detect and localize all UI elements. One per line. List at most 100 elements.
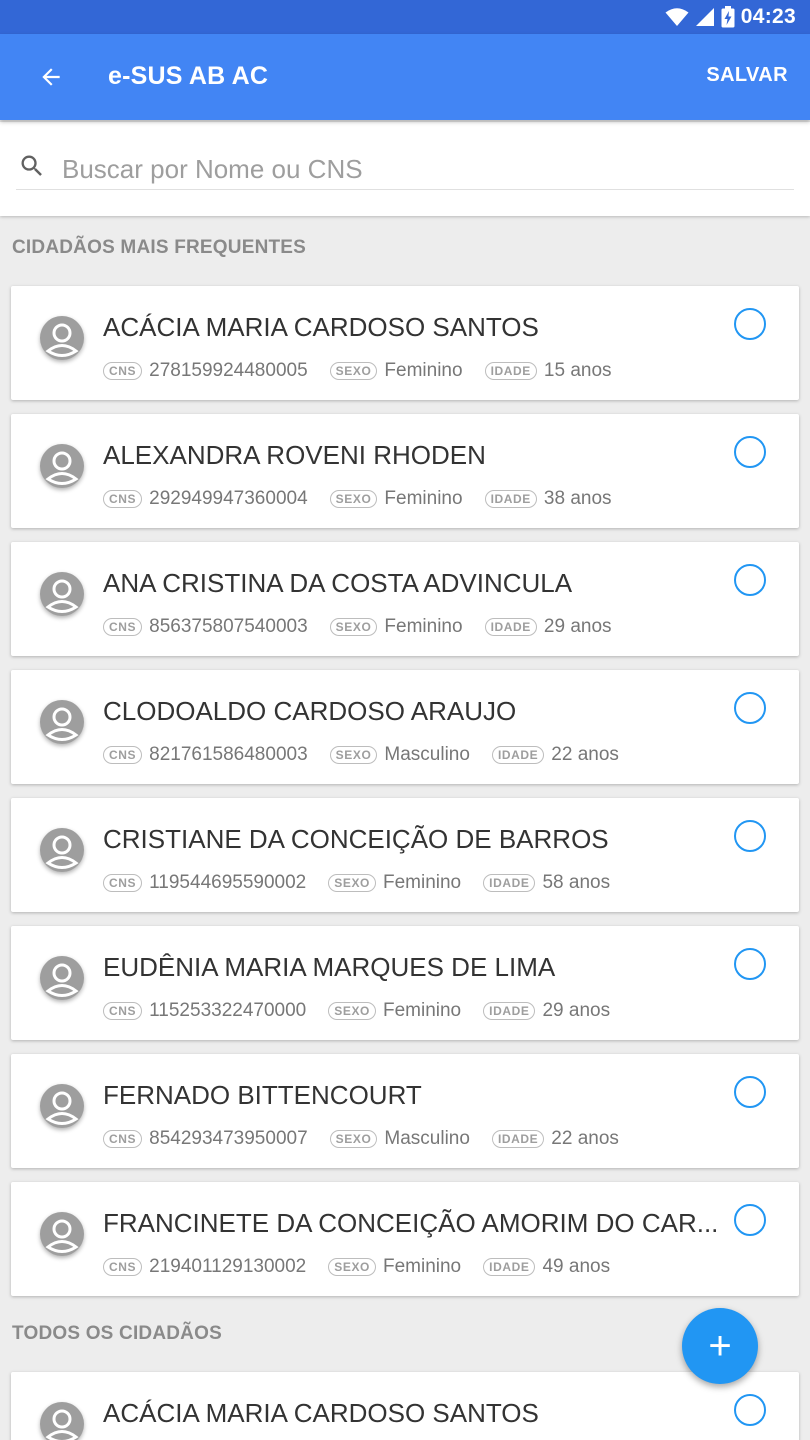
avatar-icon xyxy=(40,444,84,488)
citizen-card[interactable]: FERNADO BITTENCOURT CNS 854293473950007 SEX… xyxy=(11,1054,799,1168)
status-bar: 04:23 xyxy=(0,0,810,34)
citizen-cns: 278159924480005 xyxy=(149,360,308,381)
citizen-card[interactable]: ACÁCIA MARIA CARDOSO SANTOS xyxy=(11,1372,799,1440)
sexo-tag: SEXO xyxy=(328,874,376,892)
citizen-sexo: Feminino xyxy=(382,1000,462,1021)
search-underline xyxy=(16,189,794,190)
citizen-cns: 854293473950007 xyxy=(149,1128,308,1149)
cns-tag: CNS xyxy=(103,1130,143,1148)
citizen-name: CLODOALDO CARDOSO ARAUJO xyxy=(103,696,517,726)
back-button[interactable] xyxy=(28,55,74,99)
citizen-idade: 22 anos xyxy=(551,1128,619,1149)
sexo-tag: SEXO xyxy=(328,1002,376,1020)
sexo-tag: SEXO xyxy=(329,362,378,380)
citizen-name: CRISTIANE DA CONCEIÇÃO DE BARROS xyxy=(103,824,609,854)
select-radio[interactable] xyxy=(734,692,766,724)
avatar-icon xyxy=(40,572,84,616)
cns-tag: CNS xyxy=(103,1002,143,1020)
avatar-icon xyxy=(40,1084,84,1128)
select-radio[interactable] xyxy=(734,948,766,980)
citizen-cns: 292949947360004 xyxy=(149,488,308,509)
select-radio[interactable] xyxy=(734,1394,766,1426)
citizen-meta: CNS 856375807540003 SEXO Feminino IDADE 29 an… xyxy=(103,615,612,639)
citizen-idade: 29 anos xyxy=(542,1000,611,1021)
search-input[interactable] xyxy=(62,150,792,188)
idade-tag: IDADE xyxy=(484,362,537,380)
status-time: 04:23 xyxy=(740,5,796,28)
citizen-idade: 15 anos xyxy=(543,360,612,381)
idade-tag: IDADE xyxy=(491,746,545,764)
citizen-sexo: Masculino xyxy=(384,1128,470,1149)
citizen-name: EUDÊNIA MARIA MARQUES DE LIMA xyxy=(103,952,556,982)
search-icon xyxy=(21,155,42,176)
citizen-card[interactable]: EUDÊNIA MARIA MARQUES DE LIMA CNS 11525332… xyxy=(11,926,799,1040)
status-icons: 04:23 xyxy=(665,5,796,29)
citizen-name: ALEXANDRA ROVENI RHODEN xyxy=(103,440,486,470)
sexo-tag: SEXO xyxy=(329,618,378,636)
cns-tag: CNS xyxy=(103,746,143,764)
select-radio[interactable] xyxy=(734,308,766,340)
citizen-cns: 219401129130002 xyxy=(149,1256,307,1277)
citizen-cns: 119544695590002 xyxy=(149,872,307,893)
sexo-tag: SEXO xyxy=(329,490,378,508)
select-radio[interactable] xyxy=(734,1076,766,1108)
citizen-card[interactable]: ANA CRISTINA DA COSTA ADVINCULA CNS 856375… xyxy=(11,542,799,656)
cns-tag: CNS xyxy=(103,490,143,508)
select-radio[interactable] xyxy=(734,820,766,852)
idade-tag: IDADE xyxy=(484,490,537,508)
avatar-icon xyxy=(40,700,84,744)
citizen-card[interactable]: CRISTIANE DA CONCEIÇÃO DE BARROS CNS 11954… xyxy=(11,798,799,912)
citizen-cns: 856375807540003 xyxy=(149,616,308,637)
app-bar: e-SUS AB AC SALVAR xyxy=(0,34,810,120)
arrow-back-icon xyxy=(42,68,60,86)
avatar-icon xyxy=(40,956,84,1000)
search-card xyxy=(0,122,810,216)
avatar-icon xyxy=(40,1212,84,1256)
cns-tag: CNS xyxy=(103,874,143,892)
citizen-idade: 49 anos xyxy=(542,1256,611,1277)
sexo-tag: SEXO xyxy=(328,1258,376,1276)
battery-charging-icon xyxy=(721,6,735,28)
select-radio[interactable] xyxy=(734,1204,766,1236)
citizen-idade: 29 anos xyxy=(543,616,612,637)
sexo-tag: SEXO xyxy=(329,1130,378,1148)
citizen-sexo: Feminino xyxy=(384,616,463,637)
citizen-meta: CNS 854293473950007 SEXO Masculino IDADE 22 a… xyxy=(103,1127,619,1151)
citizen-sexo: Feminino xyxy=(382,872,462,893)
citizen-sexo: Masculino xyxy=(384,744,470,765)
sexo-tag: SEXO xyxy=(329,746,378,764)
citizen-idade: 22 anos xyxy=(551,744,619,765)
avatar-icon xyxy=(40,316,84,360)
idade-tag: IDADE xyxy=(484,618,537,636)
citizen-cns: 115253322470000 xyxy=(149,1000,307,1021)
idade-tag: IDADE xyxy=(491,1130,545,1148)
citizen-card[interactable]: ACÁCIA MARIA CARDOSO SANTOS CNS 2781599244… xyxy=(11,286,799,400)
app-title: e-SUS AB AC xyxy=(108,62,269,90)
section-title-frequent: CIDADÃOS MAIS FREQUENTES xyxy=(12,237,307,258)
add-icon: + xyxy=(708,1324,732,1368)
citizen-name: ACÁCIA MARIA CARDOSO SANTOS xyxy=(103,1398,539,1428)
citizen-meta: CNS 115253322470000 SEXO Feminino IDADE 29 an… xyxy=(103,999,610,1023)
cns-tag: CNS xyxy=(103,1258,143,1276)
add-citizen-button[interactable]: + xyxy=(682,1308,758,1384)
citizen-meta: CNS 219401129130002 SEXO Feminino IDADE 49 an… xyxy=(103,1255,610,1279)
save-button[interactable]: SALVAR xyxy=(706,64,788,87)
select-radio[interactable] xyxy=(734,564,766,596)
citizen-card[interactable]: ALEXANDRA ROVENI RHODEN CNS 29294994736000… xyxy=(11,414,799,528)
citizen-meta: CNS 119544695590002 SEXO Feminino IDADE 58 an… xyxy=(103,871,610,895)
cns-tag: CNS xyxy=(103,618,143,636)
section-title-all: TODOS OS CIDADÃOS xyxy=(12,1323,222,1344)
citizen-sexo: Feminino xyxy=(382,1256,462,1277)
citizen-meta: CNS 278159924480005 SEXO Feminino IDADE 15 an… xyxy=(103,359,612,383)
citizen-idade: 58 anos xyxy=(542,872,611,893)
citizen-card[interactable]: CLODOALDO CARDOSO ARAUJO CNS 8217615864800… xyxy=(11,670,799,784)
select-radio[interactable] xyxy=(734,436,766,468)
citizen-cns: 821761586480003 xyxy=(149,744,308,765)
citizen-name: ANA CRISTINA DA COSTA ADVINCULA xyxy=(103,568,573,598)
idade-tag: IDADE xyxy=(483,1002,536,1020)
citizen-name: FERNADO BITTENCOURT xyxy=(103,1080,422,1110)
citizen-meta: CNS 292949947360004 SEXO Feminino IDADE 38 an… xyxy=(103,487,612,511)
citizen-card[interactable]: FRANCINETE DA CONCEIÇÃO AMORIM DO CAR...… xyxy=(11,1182,799,1296)
wifi-icon xyxy=(665,8,689,26)
citizen-sexo: Feminino xyxy=(384,488,463,509)
